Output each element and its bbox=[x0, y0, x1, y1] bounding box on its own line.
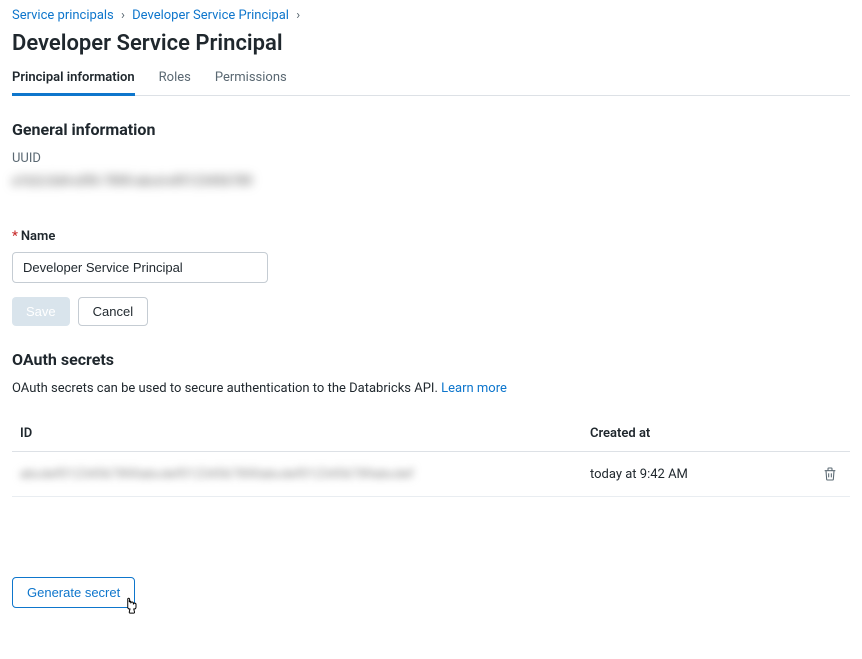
tabs: Principal information Roles Permissions bbox=[12, 70, 850, 96]
column-header-actions bbox=[810, 416, 850, 452]
column-header-created: Created at bbox=[582, 416, 810, 452]
oauth-secrets-heading: OAuth secrets bbox=[12, 350, 850, 369]
table-row: abcdef01234567890abcdef01234567890abcdef… bbox=[12, 452, 850, 497]
secret-created-value: today at 9:42 AM bbox=[582, 452, 810, 497]
name-input[interactable] bbox=[12, 252, 268, 283]
breadcrumb-separator: › bbox=[121, 8, 125, 23]
tab-principal-information[interactable]: Principal information bbox=[12, 70, 135, 95]
name-label: *Name bbox=[12, 229, 850, 244]
save-button: Save bbox=[12, 297, 70, 326]
required-indicator: * bbox=[12, 229, 18, 244]
breadcrumb-separator: › bbox=[296, 8, 300, 23]
name-label-text: Name bbox=[21, 229, 55, 244]
general-information-heading: General information bbox=[12, 120, 850, 139]
generate-secret-button[interactable]: Generate secret bbox=[12, 577, 135, 608]
oauth-description-text: OAuth secrets can be used to secure auth… bbox=[12, 381, 438, 396]
uuid-value: a1b2c3d4-e5f6-7890-abcd-ef0123456789 bbox=[12, 174, 252, 189]
trash-icon bbox=[822, 466, 838, 482]
cancel-button[interactable]: Cancel bbox=[78, 297, 148, 326]
breadcrumb: Service principals › Developer Service P… bbox=[12, 8, 850, 23]
oauth-description: OAuth secrets can be used to secure auth… bbox=[12, 381, 850, 396]
delete-secret-button[interactable] bbox=[818, 462, 842, 486]
tab-permissions[interactable]: Permissions bbox=[215, 70, 287, 95]
breadcrumb-root-link[interactable]: Service principals bbox=[12, 8, 114, 23]
breadcrumb-current-link[interactable]: Developer Service Principal bbox=[132, 8, 289, 23]
secret-id-value: abcdef01234567890abcdef01234567890abcdef… bbox=[20, 467, 413, 482]
column-header-id: ID bbox=[12, 416, 582, 452]
secrets-table: ID Created at abcdef01234567890abcdef012… bbox=[12, 416, 850, 497]
uuid-label: UUID bbox=[12, 151, 850, 166]
page-title: Developer Service Principal bbox=[12, 31, 850, 56]
tab-roles[interactable]: Roles bbox=[159, 70, 191, 95]
learn-more-link[interactable]: Learn more bbox=[441, 381, 507, 396]
